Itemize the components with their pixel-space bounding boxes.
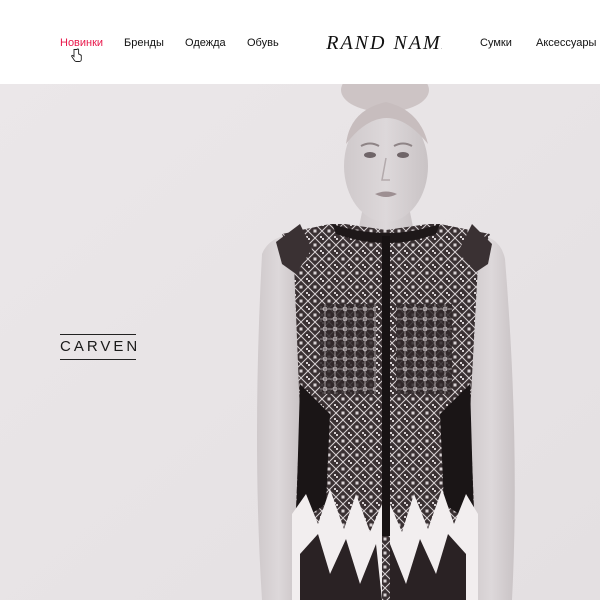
hero-brand-label[interactable]: CARVEN [60,334,137,360]
nav-item-shoes[interactable]: Обувь [247,36,279,50]
svg-text:BRAND NAME: BRAND NAME [326,32,442,54]
hand-cursor-icon [71,48,82,62]
nav-item-accessories[interactable]: Аксессуары [536,36,596,50]
brand-logo[interactable]: BRAND NAME [326,28,442,56]
header: Новинки Бренды Одежда Обувь BRAND NAME С… [0,0,600,84]
nav-item-clothing[interactable]: Одежда [185,36,226,50]
hero-banner[interactable]: CARVEN [0,84,600,600]
nav-item-bags[interactable]: Сумки [480,36,512,50]
nav-item-brands[interactable]: Бренды [124,36,164,50]
